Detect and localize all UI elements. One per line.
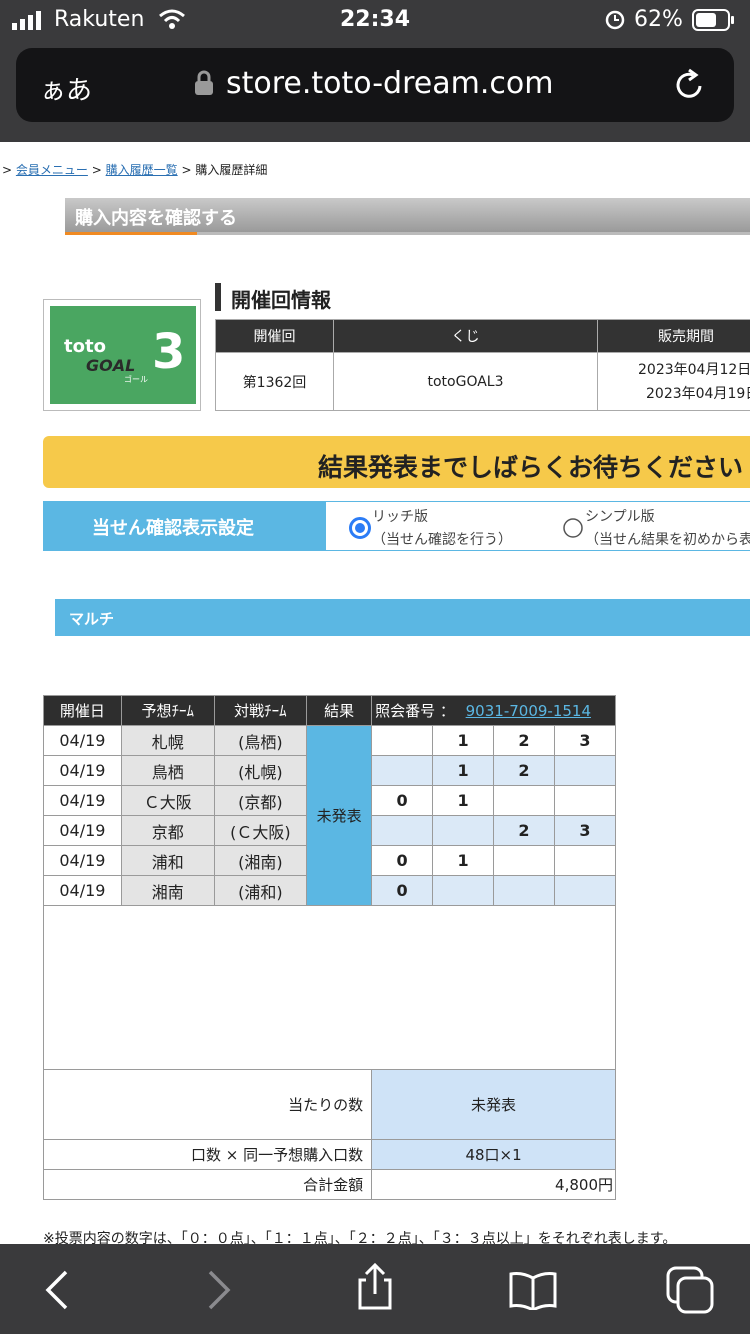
share-icon[interactable] [354,1262,396,1316]
table-row: 04/19 札幌 (鳥栖) 未発表 1 2 3 [43,725,617,906]
total-label: 合計金額 [42,1169,373,1200]
info-table: 開催回 くじ 販売期間 第1362回 totoGOAL3 2023年04月12日… [215,319,750,411]
section-header: 購入内容を確認する [65,198,750,232]
browser-toolbar: ぁあ store.toto-dream.com [0,42,750,142]
bookmarks-icon[interactable] [508,1270,558,1314]
info-lottery: totoGOAL3 [333,352,598,411]
section-underline [65,232,197,235]
info-heading: 開催回情報 [231,288,331,312]
result-cell: 未発表 [306,725,373,906]
tabs-icon[interactable] [666,1266,714,1318]
option-rich-label[interactable]: リッチ版 [372,506,428,526]
info-period-start: 2023年04月12日 [638,361,750,378]
breadcrumb-member-menu[interactable]: 会員メニュー [16,163,88,177]
count-value: 48口×1 [371,1139,616,1170]
alarm-icon [604,8,626,36]
option-simple-label[interactable]: シンプル版 [585,506,655,526]
bet-type-bar: マルチ [55,599,750,636]
url-text[interactable]: store.toto-dream.com [226,66,553,101]
browser-bottom-bar [0,1244,750,1334]
breadcrumb-current: 購入履歴詳細 [195,163,268,177]
hits-value: 未発表 [371,1069,616,1140]
reload-icon[interactable] [674,68,706,106]
result-notice-banner: 結果発表までしばらくお待ちください [43,436,750,488]
forward-icon[interactable] [204,1270,234,1314]
lock-icon [194,70,214,100]
breadcrumb-purchase-history[interactable]: 購入履歴一覧 [106,163,178,177]
info-round: 第1362回 [215,352,334,411]
radio-simple[interactable] [562,517,584,543]
radio-rich-selected[interactable] [349,517,371,543]
bet-type: マルチ [69,610,115,628]
battery-percent: 62% [634,7,683,32]
display-setting: 当せん確認表示設定 リッチ版 （当せん確認を行う） シンプル版 （当せん結果を初… [43,501,750,551]
section-title: 購入内容を確認する [75,208,237,229]
total-value: 4,800円 [371,1169,616,1200]
empty-rows-area [43,905,616,1070]
address-bar[interactable]: ぁあ store.toto-dream.com [16,48,734,122]
reference-number-link[interactable]: 9031-7009-1514 [460,702,591,720]
clock: 22:34 [340,7,411,32]
info-period-end: 2023年04月19日 [646,385,750,402]
count-label: 口数 × 同一予想購入口数 [42,1139,373,1170]
battery-icon [692,9,736,37]
bet-detail-table: 開催日 予想ﾁｰﾑ 対戦ﾁｰﾑ 結果 照会番号 ： 9031-7009-1514… [42,695,617,1200]
wifi-icon [158,8,186,36]
back-icon[interactable] [42,1270,72,1314]
totogoal3-logo: toto GOAL 3 ゴール [43,299,201,411]
carrier-name: Rakuten [54,7,145,32]
status-bar: Rakuten 22:34 62% [0,0,750,42]
signal-icon [12,10,46,36]
breadcrumb: > 会員メニュー > 購入履歴一覧 > 購入履歴詳細 [2,163,268,177]
reader-settings-button[interactable]: ぁあ [40,70,92,107]
hits-label: 当たりの数 [42,1069,373,1140]
